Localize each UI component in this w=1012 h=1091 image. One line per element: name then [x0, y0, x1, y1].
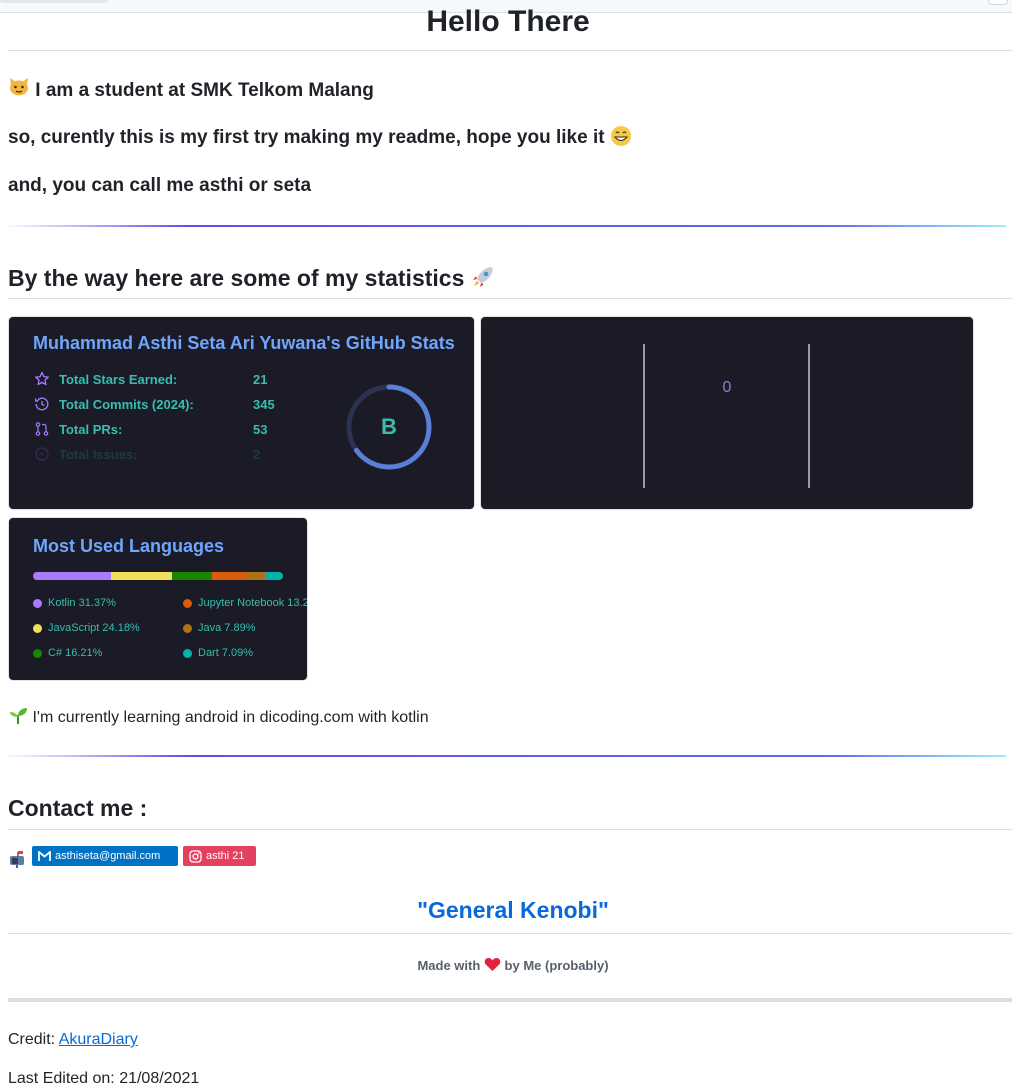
made-with-line: Made with by Me (probably)	[8, 957, 1012, 973]
stats-heading: By the way here are some of my statistic…	[8, 263, 495, 293]
email-badge-label: asthiseta@gmail.com	[55, 850, 161, 862]
language-label: Java 7.89%	[198, 622, 256, 634]
intro-line-2-text: so, curently this is my first try making…	[8, 127, 605, 148]
stat-value: 345	[253, 396, 275, 412]
language-label: Kotlin 31.37%	[48, 597, 116, 609]
star-icon	[33, 370, 51, 388]
intro-line-1: I am a student at SMK Telkom Malang	[8, 76, 374, 103]
contact-divider	[8, 829, 1012, 830]
credit-line: Credit: AkuraDiary	[8, 1029, 138, 1051]
made-with-suffix: by Me (probably)	[504, 958, 609, 973]
clock-history-icon	[33, 395, 51, 413]
languages-bar	[33, 572, 283, 580]
stats-divider	[8, 298, 1012, 299]
stat-label: Total Issues:	[59, 446, 138, 462]
language-item: Java 7.89%	[183, 622, 255, 634]
language-dot	[183, 623, 192, 633]
language-bar-segment	[212, 572, 246, 580]
streak-divider-right	[808, 344, 810, 488]
stat-label: Total PRs:	[59, 421, 123, 437]
top-languages-card[interactable]: Most Used Languages Kotlin 31.37% JavaSc…	[8, 517, 308, 681]
intro-line-1-text: I am a student at SMK Telkom Malang	[35, 80, 374, 101]
language-label: Jupyter Notebook 13.26%	[198, 597, 307, 609]
contact-heading: Contact me :	[8, 795, 148, 821]
languages-title: Most Used Languages	[33, 536, 225, 556]
pull-request-icon	[33, 420, 51, 438]
language-label: JavaScript 24.18%	[48, 622, 140, 634]
learning-line: I'm currently learning android in dicodi…	[8, 705, 429, 729]
seedling-emoji-icon	[8, 705, 28, 729]
instagram-icon	[189, 849, 202, 863]
grade-letter: B	[381, 414, 397, 439]
language-bar-segment	[171, 572, 213, 580]
language-bar-segment	[111, 572, 172, 580]
language-bar-segment	[245, 572, 266, 580]
stat-value: 21	[253, 371, 268, 387]
grade-ring: B	[344, 382, 434, 472]
language-item: JavaScript 24.18%	[33, 622, 140, 634]
credit-label: Credit:	[8, 1031, 56, 1048]
stat-label: Total Stars Earned:	[59, 371, 178, 387]
language-label: Dart 7.09%	[198, 647, 254, 659]
gmail-icon	[38, 850, 51, 862]
gradient-divider	[8, 225, 1006, 227]
cat-emoji-icon	[8, 76, 30, 103]
language-dot	[33, 648, 42, 658]
instagram-badge-label: asthi 21	[206, 850, 245, 862]
stat-value: 53	[253, 421, 268, 437]
page-title: Hello There	[426, 5, 590, 38]
title-divider	[8, 50, 1012, 51]
made-with-prefix: Made with	[417, 958, 481, 973]
issue-icon	[33, 445, 51, 463]
email-badge[interactable]: asthiseta@gmail.com	[32, 846, 178, 866]
gradient-divider	[8, 755, 1006, 757]
stat-row-prs: Total PRs: 53	[33, 419, 267, 439]
grin-emoji-icon	[610, 125, 632, 150]
language-item: Dart 7.09%	[183, 647, 253, 659]
heart-emoji-icon	[484, 958, 501, 973]
intro-line-3: and, you can call me asthi or seta	[8, 175, 312, 196]
stat-row-issues: Total Issues: 2	[33, 444, 260, 464]
credit-link[interactable]: AkuraDiary	[59, 1031, 138, 1048]
instagram-badge[interactable]: asthi 21	[183, 846, 256, 866]
learning-text: I'm currently learning android in dicodi…	[32, 709, 429, 726]
language-item: Jupyter Notebook 13.26%	[183, 597, 307, 609]
language-label: C# 16.21%	[48, 647, 103, 659]
stat-label: Total Commits (2024):	[59, 396, 194, 412]
language-dot	[183, 648, 192, 658]
language-item: C# 16.21%	[33, 647, 102, 659]
language-bar-segment	[33, 572, 112, 580]
language-dot	[33, 598, 42, 608]
language-bar-segment	[265, 572, 283, 580]
streak-divider-left	[643, 344, 645, 488]
language-dot	[33, 623, 42, 633]
rocket-emoji-icon	[471, 263, 495, 293]
streak-stats-card[interactable]: 0	[480, 316, 974, 510]
stat-value: 2	[253, 446, 261, 462]
github-stats-card[interactable]: Muhammad Asthi Seta Ari Yuwana's GitHub …	[8, 316, 475, 510]
language-dot	[183, 598, 192, 608]
quote-divider	[8, 933, 1012, 934]
stats-heading-text: By the way here are some of my statistic…	[8, 265, 465, 291]
quote-heading: "General Kenobi"	[417, 897, 609, 923]
stat-row-commits: Total Commits (2024): 345	[33, 394, 275, 414]
language-item: Kotlin 31.37%	[33, 597, 116, 609]
streak-value: 0	[722, 379, 732, 396]
footer-divider	[8, 998, 1012, 1002]
intro-line-2: so, curently this is my first try making…	[8, 125, 632, 150]
last-edited-line: Last Edited on: 21/08/2021	[8, 1070, 200, 1087]
stat-row-stars: Total Stars Earned: 21	[33, 369, 267, 389]
github-stats-title: Muhammad Asthi Seta Ari Yuwana's GitHub …	[33, 333, 455, 353]
mailbox-emoji-icon	[8, 848, 28, 873]
